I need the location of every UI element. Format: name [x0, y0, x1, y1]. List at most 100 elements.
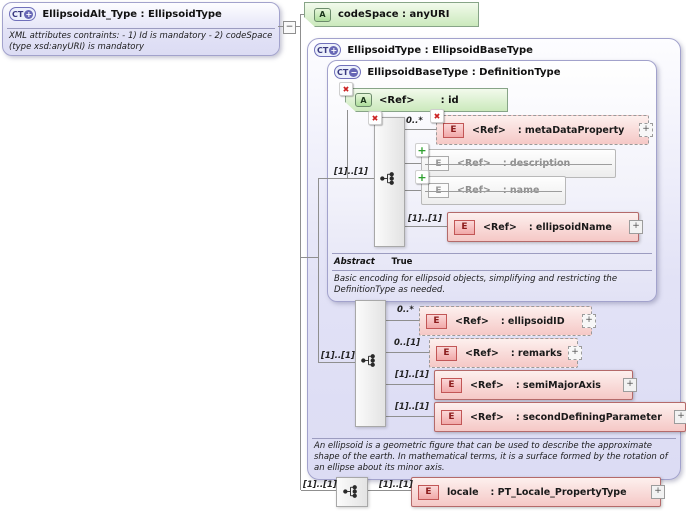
element-icon: E	[441, 377, 462, 393]
collapse-button[interactable]: −	[283, 21, 296, 34]
cardinality-label: [1]..[1]	[334, 167, 368, 177]
type-header[interactable]: CT + EllipsoidAlt_Type : EllipsoidType	[3, 3, 279, 25]
schema-diagram: CT + EllipsoidAlt_Type : EllipsoidType X…	[0, 0, 686, 511]
removed-badge-icon: ✖	[430, 109, 444, 123]
element-locale[interactable]: E locale : PT_Locale_PropertyType	[411, 477, 661, 507]
cardinality-label: [1]..[1]	[395, 370, 429, 380]
element-semimajoraxis[interactable]: E <Ref> : semiMajorAxis	[434, 370, 633, 400]
attribute-icon: A	[314, 8, 331, 22]
element-seconddefiningparameter[interactable]: E <Ref> : secondDefiningParameter	[434, 402, 686, 432]
attribute-id[interactable]: A <Ref> : id	[345, 88, 508, 112]
ellipsoidalt-type-box[interactable]: CT + EllipsoidAlt_Type : EllipsoidType X…	[2, 2, 280, 56]
connector-line	[384, 384, 434, 385]
element-icon: E	[441, 409, 462, 425]
element-icon: E	[418, 484, 439, 500]
element-icon: E	[426, 313, 447, 329]
type-header[interactable]: CT − EllipsoidBaseType : DefinitionType	[328, 61, 656, 83]
divider	[332, 253, 652, 254]
element-name: : remarks	[510, 347, 563, 359]
element-remarks[interactable]: E <Ref> : remarks	[429, 338, 578, 368]
attribute-codespace[interactable]: A codeSpace : anyURI	[304, 2, 479, 27]
complex-type-icon: CT −	[334, 65, 362, 79]
element-ref: <Ref>	[457, 158, 491, 169]
element-name[interactable]: E <Ref> : name	[421, 176, 566, 205]
element-name: : ellipsoidID	[500, 315, 565, 327]
expand-button[interactable]: +	[623, 378, 637, 392]
element-name: : description	[502, 158, 571, 169]
divider	[332, 270, 652, 271]
element-ref: <Ref>	[457, 185, 491, 196]
removed-badge-icon: ✖	[339, 82, 353, 96]
element-icon: E	[454, 219, 475, 235]
complex-type-icon: CT +	[314, 43, 342, 57]
element-name: : ellipsoidName	[528, 221, 612, 233]
element-name: : name	[502, 185, 540, 196]
connector-line	[301, 14, 304, 15]
attribute-name: : id	[440, 94, 459, 106]
element-metadataproperty[interactable]: E <Ref> : metaDataProperty	[436, 115, 649, 145]
connector-line	[384, 416, 434, 417]
abstract-value: True	[391, 257, 413, 267]
expand-button[interactable]: +	[674, 410, 686, 424]
cardinality-label: 0..*	[406, 116, 423, 126]
element-ref: <Ref>	[470, 379, 504, 391]
expand-button[interactable]: +	[651, 485, 665, 499]
type-annotation: XML attributes contraints: - 1) Id is ma…	[9, 31, 273, 52]
connector-line	[403, 163, 421, 164]
element-name: : semiMajorAxis	[515, 379, 601, 391]
element-ref: <Ref>	[483, 221, 517, 233]
cardinality-label: 0..*	[397, 305, 414, 315]
added-badge-icon: +	[415, 143, 429, 157]
cardinality-label: [1]..[1]	[379, 480, 413, 490]
type-title: EllipsoidAlt_Type : EllipsoidType	[42, 8, 222, 20]
expand-button[interactable]: +	[629, 220, 643, 234]
divider	[7, 28, 275, 29]
element-ref: <Ref>	[472, 124, 506, 136]
expand-icon: +	[329, 45, 339, 55]
expand-button[interactable]: +	[582, 314, 596, 328]
collapse-icon: −	[349, 67, 359, 77]
element-name: : metaDataProperty	[517, 124, 625, 136]
sequence-icon	[343, 485, 357, 498]
element-description[interactable]: E <Ref> : description	[421, 149, 616, 178]
complex-type-icon: CT +	[9, 7, 37, 21]
element-ref: <Ref>	[470, 411, 504, 423]
sequence-icon	[380, 172, 394, 185]
abstract-row: Abstract True	[334, 257, 412, 267]
connector-line	[403, 190, 421, 191]
divider	[312, 438, 676, 439]
connector-line	[300, 14, 301, 490]
type-title: EllipsoidBaseType : DefinitionType	[367, 66, 561, 78]
expand-icon: +	[24, 9, 34, 19]
expand-button[interactable]: +	[568, 346, 582, 360]
cardinality-label: [1]..[1]	[395, 402, 429, 412]
type-title: EllipsoidType : EllipsoidBaseType	[347, 44, 533, 56]
connector-line	[318, 178, 319, 363]
connector-line	[403, 226, 447, 227]
cardinality-label: [1]..[1]	[303, 480, 337, 490]
type-annotation: Basic encoding for ellipsoid objects, si…	[334, 274, 618, 295]
type-header[interactable]: CT + EllipsoidType : EllipsoidBaseType	[308, 39, 680, 61]
connector-line	[301, 257, 318, 258]
element-type: : PT_Locale_PropertyType	[490, 486, 627, 498]
element-ref: <Ref>	[455, 315, 489, 327]
element-ellipsoidid[interactable]: E <Ref> : ellipsoidID	[419, 306, 592, 336]
connector-line	[318, 178, 374, 179]
expand-button[interactable]: +	[639, 123, 653, 137]
element-icon: E	[443, 122, 464, 138]
element-ref: <Ref>	[465, 347, 499, 359]
element-name: : secondDefiningParameter	[515, 411, 662, 423]
element-icon: E	[428, 156, 449, 171]
connector-line	[366, 490, 411, 491]
connector-line	[384, 320, 419, 321]
sequence-icon	[361, 354, 375, 367]
connector-line	[403, 129, 436, 130]
connector-line	[384, 352, 429, 353]
element-ellipsoidname[interactable]: E <Ref> : ellipsoidName	[447, 212, 639, 242]
element-icon: E	[436, 345, 457, 361]
cardinality-label: 0..[1]	[394, 338, 421, 348]
attribute-icon: A	[355, 93, 372, 107]
abstract-label: Abstract	[334, 257, 375, 267]
type-annotation: An ellipsoid is a geometric figure that …	[314, 441, 668, 473]
cardinality-label: [1]..[1]	[321, 351, 355, 361]
